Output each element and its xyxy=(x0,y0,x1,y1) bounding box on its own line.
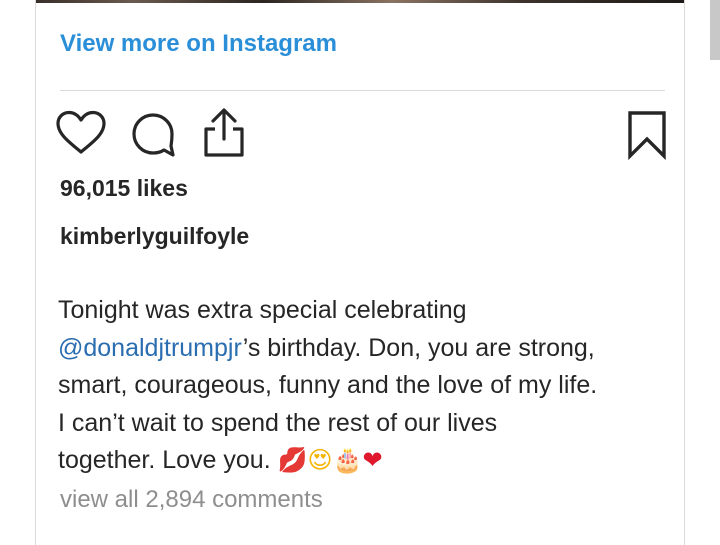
caption-line: @donaldjtrumpjr’s birthday. Don, you are… xyxy=(58,330,668,368)
scrollbar[interactable] xyxy=(710,0,720,60)
post-caption: Tonight was extra special celebrating @d… xyxy=(58,292,668,480)
instagram-embed-card: View more on Instagram 96,015 likes kimb… xyxy=(35,0,685,545)
comment-icon[interactable] xyxy=(129,110,177,163)
post-photo-edge[interactable] xyxy=(36,0,684,3)
caption-line: Tonight was extra special celebrating xyxy=(58,296,467,324)
action-bar xyxy=(55,108,667,163)
share-icon[interactable] xyxy=(201,107,247,164)
red-heart-emoji-icon: ❤ xyxy=(362,446,383,474)
post-author-username[interactable]: kimberlyguilfoyle xyxy=(60,223,249,250)
divider xyxy=(60,90,665,91)
likes-count[interactable]: 96,015 likes xyxy=(60,175,188,202)
view-all-comments-link[interactable]: view all 2,894 comments xyxy=(60,486,323,514)
view-more-on-instagram-link[interactable]: View more on Instagram xyxy=(60,30,337,58)
mention-link[interactable]: @donaldjtrumpjr xyxy=(58,334,243,362)
caption-line: smart, courageous, funny and the love of… xyxy=(58,371,598,399)
kiss-mark-emoji-icon: 💋 xyxy=(277,446,308,474)
heart-eyes-emoji-icon: 😍 xyxy=(307,446,333,474)
caption-text: together. Love you. xyxy=(58,446,271,474)
caption-line: I can’t wait to spend the rest of our li… xyxy=(58,408,498,437)
bookmark-icon[interactable] xyxy=(627,110,667,165)
heart-icon[interactable] xyxy=(55,110,107,161)
caption-line: together. Love you. 💋😍🎂❤ xyxy=(58,442,668,480)
birthday-cake-emoji-icon: 🎂 xyxy=(332,446,363,474)
caption-text: ’s birthday. Don, you are strong, xyxy=(242,333,595,362)
